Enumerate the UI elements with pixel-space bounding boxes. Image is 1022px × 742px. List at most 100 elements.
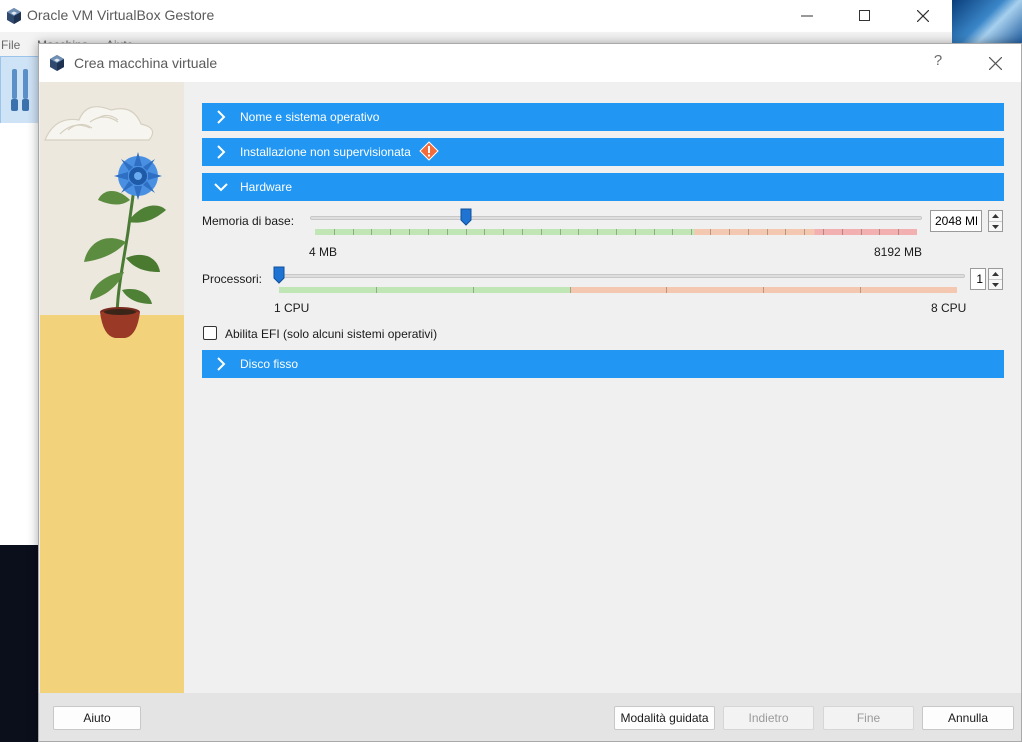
dialog-footer: Aiuto Modalità guidata Indietro Fine Ann… — [39, 693, 1021, 741]
tools-button[interactable] — [0, 56, 40, 124]
wizard-content: Nome e sistema operativo Installazione n… — [185, 82, 1021, 693]
scale-tick — [409, 229, 411, 235]
close-icon — [988, 56, 1002, 70]
scale-tick — [804, 229, 806, 235]
scale-tick — [653, 229, 655, 235]
section-disk-label: Disco fisso — [240, 357, 299, 371]
scale-tick — [766, 229, 768, 235]
maximize-icon — [859, 10, 870, 21]
scale-tick — [333, 229, 335, 235]
scale-tick — [666, 287, 668, 293]
scale-tick — [352, 229, 354, 235]
dialog-titlebar: Crea macchina virtuale ? — [39, 44, 1021, 82]
dialog-help-button[interactable]: ? — [923, 52, 953, 74]
cpu-label: Processori: — [202, 272, 263, 286]
scale-tick — [728, 229, 730, 235]
scale-tick — [371, 229, 373, 235]
scale-tick — [521, 229, 523, 235]
scale-tick — [879, 229, 881, 235]
memory-input[interactable] — [931, 211, 981, 231]
cancel-button[interactable]: Annulla — [922, 706, 1014, 730]
section-unattended-header[interactable]: Installazione non supervisionata — [202, 138, 1004, 166]
scale-tick — [672, 229, 674, 235]
scale-tick — [484, 229, 486, 235]
scale-tick — [540, 229, 542, 235]
scale-tick — [822, 229, 824, 235]
memory-slider-thumb[interactable] — [460, 208, 472, 229]
memory-max-label: 8192 MB — [874, 245, 923, 259]
guided-mode-button[interactable]: Modalità guidata — [614, 706, 715, 730]
close-icon — [917, 10, 929, 22]
efi-checkbox[interactable] — [203, 326, 217, 340]
main-titlebar: Oracle VM VirtualBox Gestore — [0, 0, 952, 32]
main-window-title: Oracle VM VirtualBox Gestore — [27, 7, 215, 23]
section-unattended-label: Installazione non supervisionata — [240, 145, 411, 159]
scale-tick — [465, 229, 467, 235]
dialog-close-button[interactable] — [979, 50, 1011, 76]
minimize-icon — [801, 15, 813, 17]
virtualbox-logo-icon — [5, 7, 23, 25]
tools-icon — [11, 69, 29, 111]
scale-tick — [860, 287, 862, 293]
scale-tick — [375, 287, 377, 293]
warning-icon — [419, 140, 439, 164]
efi-label[interactable]: Abilita EFI (solo alcuni sistemi operati… — [225, 327, 437, 341]
scale-tick — [634, 229, 636, 235]
scale-tick — [616, 229, 617, 235]
scale-tick — [898, 229, 900, 235]
scale-tick — [710, 229, 712, 235]
memory-spin-buttons[interactable] — [988, 210, 1003, 232]
cpu-spin-buttons[interactable] — [988, 268, 1003, 290]
memory-spinbox[interactable] — [930, 210, 982, 232]
menu-file[interactable]: File — [1, 38, 20, 52]
spin-up-icon[interactable] — [989, 211, 1002, 221]
create-vm-dialog: Crea macchina virtuale ? Nome e sistema … — [38, 43, 1022, 742]
section-hardware-label: Hardware — [240, 180, 293, 194]
section-name-os-label: Nome e sistema operativo — [240, 110, 380, 124]
scale-tick — [785, 229, 787, 235]
cpu-max-label: 8 CPU — [931, 301, 967, 315]
section-hardware-header[interactable]: Hardware — [202, 173, 1004, 201]
help-button[interactable]: Aiuto — [53, 706, 141, 730]
scale-tick — [841, 229, 843, 235]
cpu-min-label: 1 CPU — [274, 301, 310, 315]
scale-tick — [503, 229, 505, 235]
scale-tick — [578, 229, 580, 235]
cpu-input[interactable] — [971, 269, 985, 289]
cpu-slider-track[interactable] — [275, 274, 965, 278]
chevron-down-icon — [202, 173, 240, 201]
wizard-illustration — [40, 82, 184, 693]
back-button[interactable]: Indietro — [723, 706, 814, 730]
spin-down-icon[interactable] — [989, 221, 1002, 232]
finish-button[interactable]: Fine — [823, 706, 914, 730]
spin-up-icon[interactable] — [989, 269, 1002, 279]
maximize-button[interactable] — [836, 0, 894, 32]
desktop-wallpaper — [952, 0, 1022, 44]
scale-tick — [569, 287, 571, 293]
cpu-slider-thumb[interactable] — [273, 266, 285, 287]
cpu-spinbox[interactable] — [970, 268, 986, 290]
scale-tick — [390, 229, 392, 235]
flower-illustration-icon — [44, 106, 166, 315]
memory-slider-track[interactable] — [310, 216, 922, 220]
chevron-right-icon — [202, 350, 240, 378]
spin-down-icon[interactable] — [989, 279, 1002, 290]
memory-scale-bar — [315, 229, 917, 235]
memory-label: Memoria di base: — [202, 214, 295, 228]
scale-tick — [446, 229, 448, 235]
chevron-right-icon — [202, 138, 240, 166]
pot-icon — [100, 307, 140, 338]
scale-tick — [691, 229, 693, 235]
section-name-os-header[interactable]: Nome e sistema operativo — [202, 103, 1004, 131]
cpu-scale-bar — [279, 287, 957, 293]
minimize-button[interactable] — [778, 0, 836, 32]
scale-tick — [860, 229, 862, 235]
illustration-floor — [40, 315, 184, 693]
section-disk-header[interactable]: Disco fisso — [202, 350, 1004, 378]
virtualbox-logo-icon — [48, 54, 66, 72]
scale-tick — [472, 287, 474, 293]
dialog-title: Crea macchina virtuale — [74, 55, 218, 71]
scale-tick — [559, 229, 561, 235]
main-close-button[interactable] — [894, 0, 952, 32]
chevron-right-icon — [202, 103, 240, 131]
